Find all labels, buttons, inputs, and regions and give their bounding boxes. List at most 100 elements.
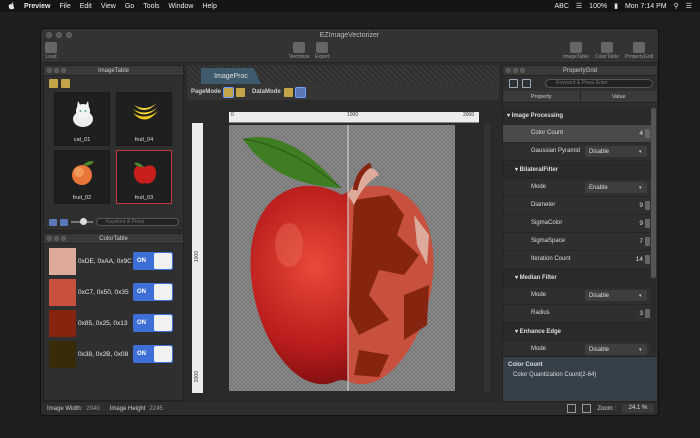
fit-page-icon[interactable] bbox=[223, 86, 235, 98]
property-row[interactable]: Mode Enable ▾ bbox=[503, 179, 651, 197]
color-value: 0xC7, 0x50, 0x35 bbox=[78, 289, 129, 296]
color-toggle[interactable]: ON bbox=[133, 252, 173, 270]
menu-help[interactable]: Help bbox=[202, 3, 216, 10]
menu-file[interactable]: File bbox=[59, 3, 70, 10]
color-toggle[interactable]: ON bbox=[133, 345, 173, 363]
input-source-label[interactable]: ABC bbox=[554, 3, 568, 10]
property-row[interactable]: SigmaColor 9 bbox=[503, 215, 651, 233]
property-row[interactable]: SigmaSpace 7 bbox=[503, 233, 651, 251]
stepper-icon[interactable] bbox=[645, 129, 650, 138]
property-row[interactable]: Mode Disable ▾ bbox=[503, 287, 651, 305]
color-toggle[interactable]: ON bbox=[133, 283, 173, 301]
property-select[interactable]: Disable ▾ bbox=[585, 290, 647, 301]
grid-view-icon[interactable] bbox=[49, 218, 57, 226]
property-value[interactable]: 7 bbox=[639, 238, 643, 245]
propertygrid-scrollbar[interactable] bbox=[651, 108, 656, 353]
menu-edit[interactable]: Edit bbox=[80, 3, 92, 10]
menu-app-name[interactable]: Preview bbox=[24, 3, 50, 10]
property-group[interactable]: ▾ Image Processing bbox=[503, 107, 651, 125]
stepper-icon[interactable] bbox=[645, 255, 650, 264]
image-cell-peach[interactable]: fruit_02 bbox=[54, 150, 110, 204]
property-row[interactable]: Iteration Count 14 bbox=[503, 251, 651, 269]
property-value[interactable]: 9 bbox=[639, 220, 643, 227]
panel-close-button[interactable] bbox=[506, 68, 511, 73]
export-button[interactable]: Export bbox=[315, 42, 329, 60]
panel-close-button[interactable] bbox=[47, 236, 52, 241]
colortable-toggle-button[interactable]: ColorTable bbox=[595, 42, 619, 60]
add-image-icon[interactable] bbox=[49, 78, 58, 88]
thumbnail-size-slider[interactable] bbox=[71, 218, 93, 225]
close-window-button[interactable] bbox=[46, 32, 52, 38]
stepper-icon[interactable] bbox=[645, 219, 650, 228]
color-row[interactable]: 0x85, 0x25, 0x13 ON bbox=[49, 310, 174, 337]
menu-list-icon[interactable]: ☰ bbox=[686, 2, 692, 10]
refresh-icon[interactable] bbox=[61, 78, 70, 88]
panel-minimize-button[interactable] bbox=[54, 68, 59, 73]
property-group[interactable]: ▾ Median Filter bbox=[503, 269, 651, 287]
menu-tools[interactable]: Tools bbox=[143, 3, 159, 10]
imagetable-search-input[interactable]: Keyword & Press bbox=[96, 218, 179, 226]
tab-imageproc[interactable]: ImageProc bbox=[201, 68, 261, 84]
property-value[interactable]: 14 bbox=[636, 256, 643, 263]
property-select[interactable]: Disable ▾ bbox=[585, 344, 647, 355]
propertygrid-search-input[interactable]: Keyword & Press Enter bbox=[545, 79, 653, 88]
menu-go[interactable]: Go bbox=[125, 3, 134, 10]
property-group[interactable]: ▾ BilateralFilter bbox=[503, 161, 651, 179]
panel-zoom-button[interactable] bbox=[61, 68, 66, 73]
datamode-label: DataMode bbox=[252, 89, 281, 95]
stepper-icon[interactable] bbox=[645, 309, 650, 318]
zoom-window-button[interactable] bbox=[66, 32, 72, 38]
image-cell-bananas[interactable]: fruit_04 bbox=[116, 92, 172, 146]
imagetable-toggle-button[interactable]: ImageTable bbox=[563, 42, 589, 60]
apple-menu-icon[interactable] bbox=[8, 2, 15, 10]
property-group[interactable]: ▾ Enhance Edge bbox=[503, 323, 651, 341]
scroll-thumb[interactable] bbox=[651, 108, 656, 278]
property-select[interactable]: Enable ▾ bbox=[585, 182, 647, 193]
color-toggle[interactable]: ON bbox=[133, 314, 173, 332]
apple-thumbnail bbox=[133, 162, 157, 184]
property-value[interactable]: 4 bbox=[639, 130, 643, 137]
color-row[interactable]: 0xC7, 0x50, 0x35 ON bbox=[49, 279, 174, 306]
color-row[interactable]: 0xDE, 0xAA, 0x9C ON bbox=[49, 248, 174, 275]
battery-percent[interactable]: 100% bbox=[589, 3, 607, 10]
stepper-icon[interactable] bbox=[645, 237, 650, 246]
property-row[interactable]: Diameter 9 bbox=[503, 197, 651, 215]
actual-size-icon[interactable] bbox=[582, 404, 592, 413]
panel-close-button[interactable] bbox=[47, 68, 52, 73]
color-row[interactable]: 0x38, 0x2B, 0x08 ON bbox=[49, 341, 174, 368]
property-select[interactable]: Disable ▾ bbox=[585, 146, 647, 157]
image-canvas[interactable] bbox=[229, 125, 455, 391]
stepper-icon[interactable] bbox=[645, 201, 650, 210]
image-cell-apple-selected[interactable]: fruit_03 bbox=[116, 150, 172, 204]
search-icon[interactable]: ⚲ bbox=[674, 2, 679, 10]
wifi-icon[interactable]: ☰ bbox=[576, 2, 582, 10]
panel-zoom-button[interactable] bbox=[520, 68, 525, 73]
expand-all-icon[interactable] bbox=[509, 79, 518, 88]
panel-minimize-button[interactable] bbox=[54, 236, 59, 241]
property-value[interactable]: 9 bbox=[639, 202, 643, 209]
source-data-icon[interactable] bbox=[283, 87, 293, 97]
result-data-icon[interactable] bbox=[294, 86, 306, 98]
minimize-window-button[interactable] bbox=[56, 32, 62, 38]
panel-zoom-button[interactable] bbox=[61, 236, 66, 241]
panel-minimize-button[interactable] bbox=[513, 68, 518, 73]
fit-icon[interactable] bbox=[567, 404, 577, 413]
collapse-all-icon[interactable] bbox=[522, 79, 531, 88]
clock[interactable]: Mon 7:14 PM bbox=[625, 3, 667, 10]
canvas-scrollbar[interactable] bbox=[484, 123, 490, 393]
load-button[interactable]: Load bbox=[45, 42, 57, 60]
property-row[interactable]: Gaussian Pyramid Disable ▾ bbox=[503, 143, 651, 161]
list-view-icon[interactable] bbox=[60, 218, 68, 226]
property-value: Disable bbox=[589, 148, 610, 155]
image-width-value: 2040 bbox=[86, 405, 100, 412]
menu-window[interactable]: Window bbox=[169, 3, 194, 10]
image-cell-cat[interactable]: cat_01 bbox=[54, 92, 110, 146]
zoom-select[interactable]: 24.1 % bbox=[622, 404, 654, 413]
actual-size-icon[interactable] bbox=[236, 87, 246, 97]
menu-view[interactable]: View bbox=[101, 3, 116, 10]
propertygrid-toggle-button[interactable]: PropertyGrid bbox=[625, 42, 653, 60]
property-row[interactable]: Color Count 4 bbox=[503, 125, 651, 143]
vectorize-button[interactable]: Vectorize bbox=[289, 42, 310, 60]
property-value[interactable]: 3 bbox=[639, 310, 643, 317]
property-row[interactable]: Radius 3 bbox=[503, 305, 651, 323]
